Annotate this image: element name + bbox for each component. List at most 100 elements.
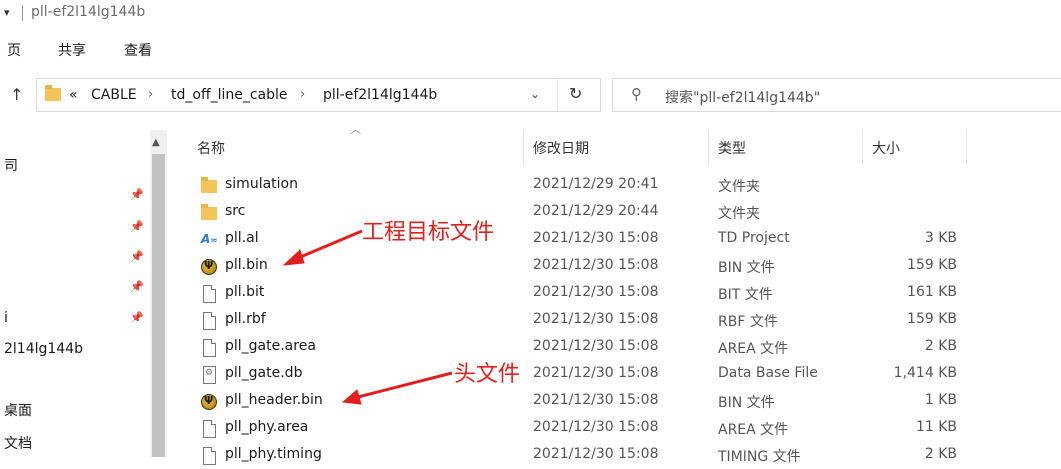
file-date: 2021/12/29 20:41 — [533, 176, 659, 192]
file-row[interactable]: pll.bin 2021/12/30 15:08 BIN 文件 159 KB — [168, 253, 1061, 280]
address-row: ↑ « CABLE › td_off_line_cable › pll-ef2l… — [0, 75, 1061, 115]
file-name: pll_gate.area — [225, 338, 316, 354]
column-type[interactable]: 类型 — [718, 138, 746, 158]
tab-share[interactable]: 共享 — [58, 40, 86, 60]
file-date: 2021/12/30 15:08 — [533, 311, 659, 327]
file-size: 159 KB — [907, 257, 957, 273]
sort-ascending-icon: ︿ — [350, 123, 361, 136]
address-bar[interactable]: « CABLE › td_off_line_cable › pll-ef2l14… — [36, 78, 601, 112]
up-arrow-icon[interactable]: ↑ — [10, 85, 23, 104]
folder-icon — [201, 204, 217, 220]
file-size: 11 KB — [915, 419, 957, 435]
file-name: pll.bin — [225, 257, 268, 273]
file-size: 1 KB — [924, 392, 957, 408]
bin-file-icon — [201, 394, 217, 410]
file-type: 文件夹 — [718, 179, 760, 195]
tab-home[interactable]: 页 — [7, 40, 21, 60]
breadcrumb-current-folder[interactable]: pll-ef2l14lg144b — [323, 87, 437, 103]
pin-icon[interactable]: 📌 — [130, 220, 144, 233]
address-divider — [557, 79, 558, 111]
file-date: 2021/12/30 15:08 — [533, 365, 659, 381]
file-type: RBF 文件 — [718, 314, 778, 330]
file-name: pll_header.bin — [225, 392, 323, 408]
file-size: 161 KB — [907, 284, 957, 300]
breadcrumb-overflow[interactable]: « — [69, 87, 78, 103]
file-row[interactable]: simulation 2021/12/29 20:41 文件夹 — [168, 172, 1061, 199]
nav-item-desktop[interactable]: 桌面 — [4, 400, 32, 420]
search-input[interactable]: 搜索"pll-ef2l14lg144b" — [665, 87, 820, 107]
file-name: src — [225, 203, 246, 219]
column-name[interactable]: 名称 — [197, 138, 225, 158]
document-icon — [203, 285, 216, 303]
file-row[interactable]: pll_header.bin 2021/12/30 15:08 BIN 文件 1… — [168, 388, 1061, 415]
title-separator — [22, 5, 23, 21]
bin-file-icon — [201, 259, 217, 275]
file-row[interactable]: pll_phy.area 2021/12/30 15:08 AREA 文件 11… — [168, 415, 1061, 442]
breadcrumb-cable[interactable]: CABLE — [91, 87, 137, 103]
file-date: 2021/12/30 15:08 — [533, 284, 659, 300]
document-icon — [203, 420, 216, 438]
file-row[interactable]: pll.bit 2021/12/30 15:08 BIT 文件 161 KB — [168, 280, 1061, 307]
tab-view[interactable]: 查看 — [124, 40, 152, 60]
document-icon — [203, 447, 216, 465]
nav-item-documents[interactable]: 文档 — [4, 433, 32, 453]
file-name: pll.al — [225, 230, 259, 246]
file-name: pll.rbf — [225, 311, 266, 327]
file-name: simulation — [225, 176, 298, 192]
nav-item-quick-access[interactable]: 司 — [4, 155, 18, 175]
file-date: 2021/12/30 15:08 — [533, 446, 659, 462]
nav-item-project-folder[interactable]: 2l14lg144b — [4, 341, 83, 357]
window-title: pll-ef2l14lg144b — [31, 4, 146, 20]
file-name: pll_phy.area — [225, 419, 309, 435]
file-name: pll_phy.timing — [225, 446, 322, 462]
folder-icon — [45, 85, 61, 101]
pin-icon[interactable]: 📌 — [130, 250, 144, 263]
file-row[interactable]: pll_phy.timing 2021/12/30 15:08 TIMING 文… — [168, 442, 1061, 469]
file-date: 2021/12/29 20:44 — [533, 203, 659, 219]
file-row[interactable]: pll_gate.db 2021/12/30 15:08 Data Base F… — [168, 361, 1061, 388]
pin-icon[interactable]: 📌 — [130, 188, 144, 201]
file-date: 2021/12/30 15:08 — [533, 230, 659, 246]
file-type: BIN 文件 — [718, 395, 775, 411]
database-file-icon — [203, 366, 216, 384]
annotation-project-target-file: 工程目标文件 — [362, 220, 495, 245]
breadcrumb-td-off-line-cable[interactable]: td_off_line_cable — [171, 87, 288, 103]
file-type: AREA 文件 — [718, 422, 789, 438]
column-divider[interactable] — [862, 130, 863, 164]
file-size: 159 KB — [907, 311, 957, 327]
breadcrumb-chevron-icon[interactable]: › — [148, 87, 153, 102]
pin-icon[interactable]: 📌 — [130, 311, 144, 324]
nav-scrollbar-thumb[interactable] — [152, 154, 165, 457]
nav-item-pinned[interactable]: i — [4, 310, 8, 326]
column-divider[interactable] — [708, 130, 709, 164]
search-box[interactable]: ⚲ 搜索"pll-ef2l14lg144b" — [612, 78, 1061, 112]
file-type: BIT 文件 — [718, 287, 773, 303]
nav-scrollbar[interactable] — [150, 130, 167, 457]
file-date: 2021/12/30 15:08 — [533, 338, 659, 354]
quick-access-dropdown-icon[interactable]: ▾ — [4, 6, 10, 19]
file-row[interactable]: pll_gate.area 2021/12/30 15:08 AREA 文件 2… — [168, 334, 1061, 361]
file-size: 1,414 KB — [893, 365, 957, 381]
column-divider[interactable] — [966, 130, 967, 164]
file-size: 2 KB — [924, 446, 957, 462]
file-date: 2021/12/30 15:08 — [533, 392, 659, 408]
file-row[interactable]: src 2021/12/29 20:44 文件夹 — [168, 199, 1061, 226]
column-header: ︿ 名称 修改日期 类型 大小 — [168, 123, 1061, 164]
refresh-icon[interactable]: ↻ — [569, 84, 582, 103]
file-type: TIMING 文件 — [718, 449, 801, 465]
file-row[interactable]: pll.rbf 2021/12/30 15:08 RBF 文件 159 KB — [168, 307, 1061, 334]
column-date[interactable]: 修改日期 — [533, 138, 589, 158]
file-type: 文件夹 — [718, 206, 760, 222]
file-type: TD Project — [718, 230, 790, 246]
pin-icon[interactable]: 📌 — [130, 280, 144, 293]
file-row[interactable]: A≈ pll.al 2021/12/30 15:08 TD Project 3 … — [168, 226, 1061, 253]
file-date: 2021/12/30 15:08 — [533, 419, 659, 435]
file-type: AREA 文件 — [718, 341, 789, 357]
breadcrumb-chevron-icon[interactable]: › — [300, 87, 305, 102]
document-icon — [203, 339, 216, 357]
scroll-up-arrow-icon[interactable]: ▲ — [152, 137, 160, 148]
address-history-dropdown-icon[interactable]: ⌄ — [530, 87, 540, 101]
file-date: 2021/12/30 15:08 — [533, 257, 659, 273]
column-divider[interactable] — [523, 130, 524, 164]
column-size[interactable]: 大小 — [872, 138, 900, 158]
